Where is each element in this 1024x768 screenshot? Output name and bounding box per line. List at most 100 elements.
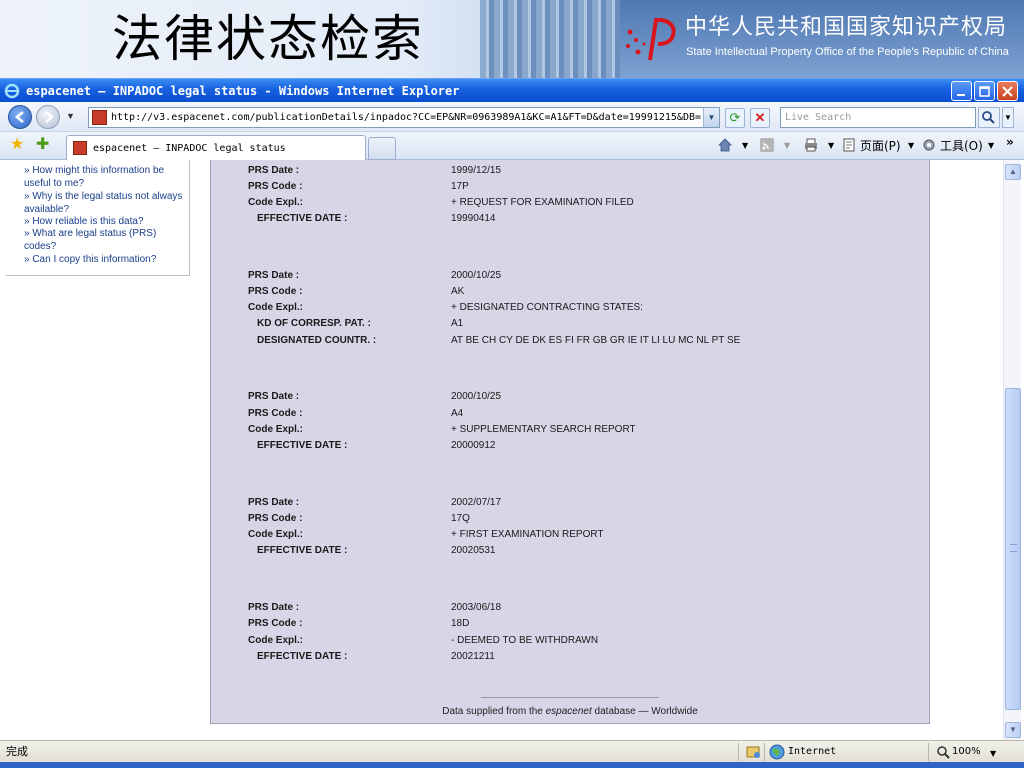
code-expl-label: Code Expl.: [248,529,304,540]
prs-code-value: AK [451,286,465,297]
vertical-scrollbar[interactable]: ▲ ▼ [1003,160,1021,740]
code-expl-value: + FIRST EXAMINATION REPORT [451,529,604,540]
page-dropdown-icon[interactable]: ▼ [908,138,914,154]
tab-label: espacenet — INPADOC legal status [93,143,286,154]
globe-icon [769,744,785,760]
code-expl-label: Code Expl.: [248,302,304,313]
print-dropdown-icon[interactable]: ▼ [828,138,834,154]
prs-date-value: 2000/10/25 [451,391,502,402]
prs-code-value: 17Q [451,513,470,524]
minimize-button[interactable] [951,81,972,101]
prs-code-label: PRS Code : [248,286,303,297]
prs-date-value: 1999/12/15 [451,165,502,176]
code-expl-value: + DESIGNATED CONTRACTING STATES: [451,302,643,313]
home-dropdown-icon[interactable]: ▼ [742,138,748,154]
chevron-more-icon[interactable]: » [1006,134,1014,150]
page-viewport: » How might this information be useful t… [0,160,1003,740]
designated-countr-label: DESIGNATED COUNTR. : [257,335,377,346]
print-icon[interactable] [804,138,818,152]
kd-corresp-value: A1 [451,318,464,329]
back-arrow-icon [15,111,24,123]
zoom-dropdown-icon[interactable]: ▼ [990,746,996,762]
footer-divider [481,697,659,698]
maximize-button[interactable] [974,81,995,101]
taskbar-edge [0,762,1024,768]
prs-date-value: 2003/06/18 [451,602,502,613]
sipo-logo-icon [626,18,676,61]
forward-button[interactable] [36,105,60,129]
add-favorite-icon[interactable]: ✚ [36,137,49,153]
address-bar[interactable]: http://v3.espacenet.com/publicationDetai… [88,107,720,128]
minimize-icon [957,94,965,96]
org-name-cn: 中华人民共和国国家知识产权局 [685,15,1008,40]
effective-date-value: 20020531 [451,545,496,556]
stop-button[interactable]: ✕ [750,108,770,128]
status-divider [764,743,765,761]
tools-menu[interactable]: 工具(O) [940,138,983,154]
slide-banner: 法律状态检索 中华人民共和国国家知识产权局 State Intellectual… [0,0,1024,78]
close-icon [1002,86,1013,97]
status-divider [928,743,929,761]
sidebar-link-availability[interactable]: » Why is the legal status not always ava… [24,190,184,216]
prs-code-label: PRS Code : [248,513,303,524]
code-expl-value: - DEEMED TO BE WITHDRAWN [451,635,599,646]
maximize-icon [979,86,990,97]
protected-mode-icon[interactable] [746,744,762,760]
scroll-down-button[interactable]: ▼ [1005,722,1021,738]
help-sidebar: » How might this information be useful t… [6,160,190,276]
legal-status-panel: PRS Date : 1999/12/15 PRS Code : 17P Cod… [210,160,930,724]
footer-suffix: database — Worldwide [591,706,698,717]
close-window-button[interactable] [997,81,1018,101]
ie-icon [4,83,20,99]
prs-date-label: PRS Date : [248,391,300,402]
scroll-thumb[interactable] [1005,388,1021,710]
effective-date-label: EFFECTIVE DATE : [257,440,348,451]
search-icon [982,111,995,124]
address-dropdown-icon[interactable]: ▼ [703,108,719,127]
scroll-grip-icon [1010,544,1017,552]
kd-corresp-label: KD OF CORRESP. PAT. : [257,318,371,329]
prs-date-label: PRS Date : [248,165,300,176]
prs-date-value: 2002/07/17 [451,497,502,508]
search-options-dropdown-icon[interactable]: ▼ [1002,107,1014,128]
history-dropdown-icon[interactable]: ▼ [66,111,75,121]
new-tab-button[interactable] [368,137,396,160]
favorites-star-icon[interactable]: ★ [10,137,24,153]
forward-arrow-icon [45,111,54,123]
prs-code-value: A4 [451,408,464,419]
sidebar-link-useful[interactable]: » How might this information be useful t… [24,164,184,190]
prs-code-value: 17P [451,181,469,192]
page-menu[interactable]: 页面(P) [860,138,901,154]
sidebar-link-prs-codes[interactable]: » What are legal status (PRS) codes? [24,227,184,253]
refresh-button[interactable]: ⟳ [725,108,745,128]
search-input[interactable]: Live Search [780,107,976,128]
search-placeholder: Live Search [785,112,852,123]
effective-date-label: EFFECTIVE DATE : [257,213,348,224]
feed-dropdown-icon[interactable]: ▼ [784,138,790,154]
site-favicon-icon [92,110,107,125]
prs-date-label: PRS Date : [248,497,300,508]
zoom-level[interactable]: 100% [952,745,981,759]
scroll-up-button[interactable]: ▲ [1005,164,1021,180]
home-icon[interactable] [718,138,732,152]
effective-date-value: 20021211 [451,651,495,662]
tools-gear-icon[interactable] [922,138,936,152]
tab-espacenet[interactable]: espacenet — INPADOC legal status [66,135,366,160]
zoom-icon [937,746,950,759]
prs-date-label: PRS Date : [248,602,300,613]
prs-code-value: 18D [451,618,470,629]
back-button[interactable] [8,105,32,129]
rss-feed-icon[interactable] [760,138,774,152]
page-icon[interactable] [842,138,856,152]
designated-countr-value: AT BE CH CY DE DK ES FI FR GB GR IE IT L… [451,335,741,346]
screen: 法律状态检索 中华人民共和国国家知识产权局 State Intellectual… [0,0,1024,768]
address-url[interactable]: http://v3.espacenet.com/publicationDetai… [111,111,701,125]
sidebar-link-copy[interactable]: » Can I copy this information? [24,253,184,266]
effective-date-label: EFFECTIVE DATE : [257,545,348,556]
prs-date-value: 2000/10/25 [451,270,502,281]
status-divider [738,743,739,761]
tools-dropdown-icon[interactable]: ▼ [988,138,994,154]
prs-date-label: PRS Date : [248,270,300,281]
window-titlebar: espacenet — INPADOC legal status - Windo… [0,78,1024,102]
search-button[interactable] [978,107,1000,128]
